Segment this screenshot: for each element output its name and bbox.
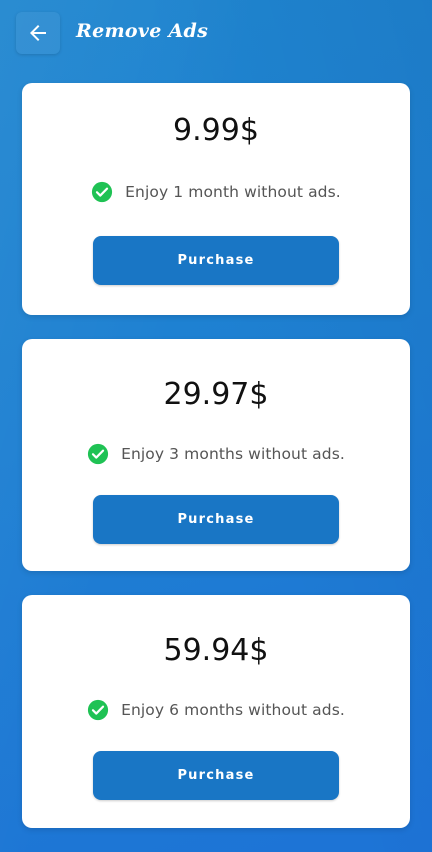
purchase-button-6-months[interactable]: Purchase: [93, 751, 339, 800]
plan-price: 9.99$: [173, 113, 259, 148]
plan-feature: Enjoy 6 months without ads.: [22, 699, 410, 721]
plan-feature: Enjoy 1 month without ads.: [22, 181, 410, 203]
purchase-button-3-months[interactable]: Purchase: [93, 495, 339, 544]
plan-card-1-month: 9.99$ Enjoy 1 month without ads. Purchas…: [22, 83, 410, 315]
purchase-button-1-month[interactable]: Purchase: [93, 236, 339, 285]
plan-price: 59.94$: [163, 633, 269, 668]
page-title: Remove Ads: [76, 20, 209, 42]
plan-feature-text: Enjoy 3 months without ads.: [121, 445, 345, 463]
plan-feature-text: Enjoy 1 month without ads.: [125, 183, 341, 201]
check-circle-icon: [87, 443, 109, 465]
plan-feature-text: Enjoy 6 months without ads.: [121, 701, 345, 719]
back-button[interactable]: [16, 12, 60, 54]
check-circle-icon: [87, 699, 109, 721]
plan-card-3-months: 29.97$ Enjoy 3 months without ads. Purch…: [22, 339, 410, 571]
arrow-left-icon: [30, 25, 46, 41]
plan-price: 29.97$: [163, 377, 269, 412]
plan-card-6-months: 59.94$ Enjoy 6 months without ads. Purch…: [22, 595, 410, 828]
app-header: Remove Ads: [0, 0, 432, 70]
plan-feature: Enjoy 3 months without ads.: [22, 443, 410, 465]
check-circle-icon: [92, 181, 113, 203]
